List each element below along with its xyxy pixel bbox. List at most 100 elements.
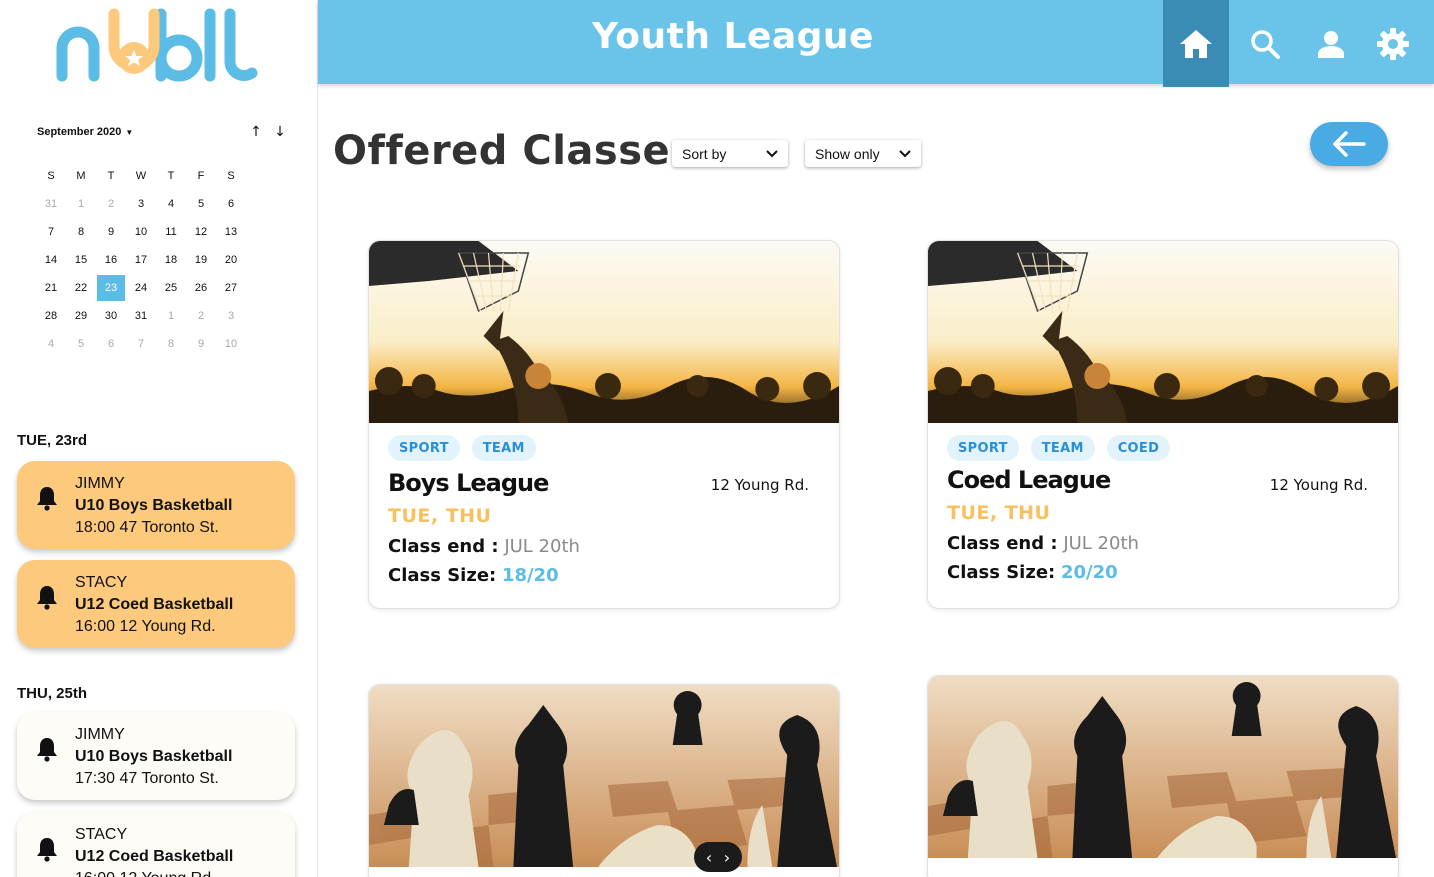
home-icon <box>1180 29 1212 58</box>
calendar-day[interactable]: 2 <box>186 302 216 330</box>
event-time-location: 16:00 12 Young Rd. <box>75 618 216 635</box>
calendar-day[interactable]: 7 <box>36 218 66 246</box>
calendar-day[interactable]: 30 <box>96 302 126 330</box>
back-button[interactable] <box>1310 122 1388 166</box>
page-title: Offered Classes <box>333 128 695 174</box>
event-child: STACY <box>75 574 128 591</box>
calendar-day[interactable]: 6 <box>96 330 126 358</box>
calendar-day[interactable]: 3 <box>216 302 246 330</box>
event-details: JIMMY U10 Boys Basketball 18:00 47 Toron… <box>75 473 232 539</box>
weekday-label: S <box>227 170 235 182</box>
class-card[interactable]: SPORT TEAM COED Coed League 12 Young Rd. TU… <box>927 240 1399 609</box>
calendar-day[interactable]: 24 <box>126 274 156 302</box>
calendar-day[interactable]: 27 <box>216 274 246 302</box>
category-tag: SPORT <box>947 435 1019 461</box>
calendar-day[interactable]: 3 <box>126 190 156 218</box>
class-address: 12 Young Rd. <box>1269 476 1368 494</box>
calendar-day[interactable]: 1 <box>66 190 96 218</box>
settings-button[interactable] <box>1360 0 1426 87</box>
event-card[interactable]: STACY U12 Coed Basketball 16:00 12 Young… <box>17 812 295 877</box>
event-class: U12 Coed Basketball <box>75 848 234 865</box>
class-card[interactable]: SPORT TEAM Boys League 12 Young Rd. TUE, T… <box>368 240 840 609</box>
calendar-day[interactable]: 15 <box>66 246 96 274</box>
home-button[interactable] <box>1163 0 1229 87</box>
sidebar: September 2020 ▼ ↑ ↓ S M T W T F S 31 1 2 3 4 5 6 7 8 9 1… <box>0 0 318 877</box>
arrow-up-icon[interactable]: ↑ <box>249 124 263 140</box>
calendar-day[interactable]: 8 <box>156 330 186 358</box>
calendar-day[interactable]: 16 <box>96 246 126 274</box>
calendar-day[interactable]: 5 <box>186 190 216 218</box>
class-card[interactable] <box>927 675 1399 877</box>
class-size-label: Class Size: <box>388 565 497 586</box>
calendar-day[interactable]: 26 <box>186 274 216 302</box>
weekday-label: S <box>47 170 55 182</box>
calendar-week: 4 5 6 7 8 9 10 <box>36 330 246 358</box>
filter-label: Show only <box>815 145 880 162</box>
event-card[interactable]: JIMMY U10 Boys Basketball 17:30 47 Toron… <box>17 712 295 800</box>
calendar-day[interactable]: 25 <box>156 274 186 302</box>
calendar-day[interactable]: 31 <box>36 190 66 218</box>
calendar-day[interactable]: 12 <box>186 218 216 246</box>
event-card[interactable]: STACY U12 Coed Basketball 16:00 12 Young… <box>17 560 295 648</box>
class-title[interactable]: Coed League <box>947 466 1111 494</box>
calendar-day[interactable]: 17 <box>126 246 156 274</box>
weekday-label: W <box>135 170 147 182</box>
category-tag: TEAM <box>471 435 536 461</box>
chess-image <box>369 685 839 867</box>
nubl-logo[interactable] <box>52 6 262 86</box>
class-end: Class end : JUL 20th <box>388 536 580 557</box>
calendar-day-selected[interactable]: 23 <box>97 275 125 301</box>
class-title[interactable]: Boys League <box>388 469 549 497</box>
event-card[interactable]: JIMMY U10 Boys Basketball 18:00 47 Toron… <box>17 461 295 549</box>
sort-dropdown[interactable]: Sort by <box>672 140 788 167</box>
calendar-week: 14 15 16 17 18 19 20 <box>36 246 246 274</box>
calendar-day[interactable]: 4 <box>156 190 186 218</box>
search-button[interactable] <box>1232 0 1298 87</box>
calendar-day[interactable]: 13 <box>216 218 246 246</box>
class-end-label: Class end : <box>947 533 1058 554</box>
calendar-day[interactable]: 28 <box>36 302 66 330</box>
bell-icon <box>37 487 57 511</box>
calendar-day[interactable]: 2 <box>96 190 126 218</box>
calendar-day[interactable]: 7 <box>126 330 156 358</box>
calendar-day[interactable]: 29 <box>66 302 96 330</box>
calendar-day[interactable]: 14 <box>36 246 66 274</box>
calendar-day[interactable]: 1 <box>156 302 186 330</box>
calendar-day[interactable]: 22 <box>66 274 96 302</box>
calendar-day[interactable]: 10 <box>126 218 156 246</box>
profile-button[interactable] <box>1298 0 1364 87</box>
class-days: TUE, THU <box>388 505 492 527</box>
class-address: 12 Young Rd. <box>710 476 809 494</box>
calendar-day[interactable]: 8 <box>66 218 96 246</box>
calendar-day[interactable]: 20 <box>216 246 246 274</box>
filter-dropdown[interactable]: Show only <box>805 140 921 167</box>
class-end: Class end : JUL 20th <box>947 533 1139 554</box>
calendar-day[interactable]: 21 <box>36 274 66 302</box>
bell-icon <box>37 838 57 862</box>
chevron-left-icon[interactable]: ‹ <box>706 848 712 867</box>
arrow-left-icon <box>1333 131 1366 157</box>
calendar-header: September 2020 ▼ ↑ ↓ <box>37 124 287 144</box>
month-selector[interactable]: September 2020 ▼ <box>37 126 133 138</box>
event-class: U12 Coed Basketball <box>75 596 234 613</box>
weekday-label: T <box>167 170 175 182</box>
chevron-right-icon[interactable]: › <box>724 848 730 867</box>
calendar-day[interactable]: 19 <box>186 246 216 274</box>
calendar-day[interactable]: 5 <box>66 330 96 358</box>
calendar-day[interactable]: 18 <box>156 246 186 274</box>
arrow-down-icon[interactable]: ↓ <box>273 124 287 140</box>
page-header-title: Youth League <box>592 16 874 57</box>
class-card[interactable] <box>368 684 840 877</box>
calendar-day[interactable]: 9 <box>186 330 216 358</box>
calendar-day[interactable]: 11 <box>156 218 186 246</box>
category-tag: COED <box>1106 435 1171 461</box>
chevron-down-icon <box>766 149 778 157</box>
weekday-label: F <box>197 170 205 182</box>
calendar-day[interactable]: 6 <box>216 190 246 218</box>
class-size-value: 20/20 <box>1060 562 1118 583</box>
calendar-day[interactable]: 31 <box>126 302 156 330</box>
calendar-day[interactable]: 9 <box>96 218 126 246</box>
calendar-day[interactable]: 10 <box>216 330 246 358</box>
calendar-day[interactable]: 4 <box>36 330 66 358</box>
event-child: JIMMY <box>75 475 125 492</box>
